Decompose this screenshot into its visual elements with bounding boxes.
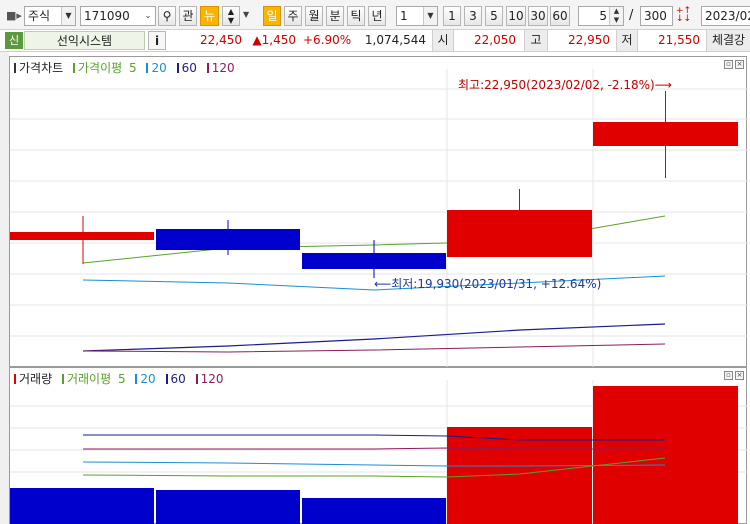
date-input[interactable]: 2023/02/ [701,6,750,26]
price-panel-title: 가격차트 가격이평 5 20 60 120 [14,59,241,76]
period-tick[interactable]: 틱 [347,6,365,26]
minimize-icon[interactable]: ▫ [724,371,733,380]
price-change-pct: +6.90% [303,33,352,47]
volume-panel-title: 거래량 거래이평 5 20 60 120 [14,370,230,387]
period-year[interactable]: 년 [368,6,386,26]
low-label: 저 [616,30,638,51]
high-value: 22,950 [568,33,610,47]
interval-1[interactable]: 1 [443,6,461,26]
price-title: 가격차트 [14,61,66,75]
market-select[interactable]: 주식 ▼ [24,6,76,26]
spinner-icon[interactable]: ▲ ▼ [609,7,623,25]
count-total-value: 300 [644,9,667,23]
open-value: 22,050 [474,33,516,47]
chevron-down-icon: ▼ [61,7,75,25]
candle-body [10,232,154,240]
interval-3[interactable]: 3 [464,6,482,26]
volume-bar [302,498,446,524]
volume-ma-label: 거래이평 5 [61,372,129,386]
chevron-down-icon: ▼ [423,7,437,25]
period-minute[interactable]: 분 [326,6,344,26]
volume-bar [447,427,592,524]
close-icon[interactable]: × [735,371,744,380]
max-price-annotation: 최고:22,950(2023/02/02, -2.18%)⟶ [458,78,672,92]
interval-30[interactable]: 30 [528,6,548,26]
toolbar: ■▸ 주식 ▼ 171090 ⌄ ⚲ 관 뉴 ▲ ▼ ▼ 일 주 월 분 틱 년 … [0,0,750,30]
price-chart-svg [10,69,748,368]
volume-value: 1,074,544 [364,33,426,47]
volume-chart-panel[interactable]: 거래량 거래이평 5 20 60 120 ▫ × [9,367,748,524]
news-button[interactable]: 뉴 [200,6,219,26]
market-select-value: 주식 [28,9,51,23]
minimize-icon[interactable]: ▫ [724,60,733,69]
price-ma-60: 60 [176,61,200,75]
price-change: ▲1,450 [252,33,296,47]
chevron-down-icon: ⌄ [141,7,155,25]
high-label: 고 [524,30,548,51]
price-grid [10,69,748,368]
stock-info-bar: 신 선익시스템 i 22,450 ▲1,450 +6.90% 1,074,544… [0,30,750,52]
volume-title: 거래량 [14,372,55,386]
count-input[interactable]: 5 ▲ ▼ [578,6,624,26]
interval-10[interactable]: 10 [506,6,526,26]
volume-bar [156,490,300,524]
period-day[interactable]: 일 [263,6,281,26]
info-button[interactable]: i [148,31,166,50]
left-gutter [0,52,9,524]
badge-new: 신 [5,32,23,49]
updown-spinner[interactable]: ▲ ▼ [222,6,240,26]
price-ma-20: 20 [146,61,169,75]
volume-bar [10,488,154,524]
count-slash: / [629,8,634,23]
interval-5[interactable]: 5 [485,6,503,26]
ma60-line [82,323,666,352]
candle-body [447,210,592,257]
price-ma-label: 가격이평 5 [73,61,140,75]
count-value: 5 [599,9,607,23]
price-chart-panel[interactable]: 가격차트 가격이평 5 20 60 120 ▫ × 최고:22,950(2023… [9,56,748,368]
candle-body [302,253,446,269]
chart-settings-icon[interactable]: +↑ ↓↓ [676,7,691,24]
gwan-button[interactable]: 관 [179,6,197,26]
candle-body [156,229,300,250]
interval-60[interactable]: 60 [550,6,570,26]
search-icon: ⚲ [162,9,172,23]
count-total-input[interactable]: 300 [640,6,673,26]
search-button[interactable]: ⚲ [158,6,176,26]
volume-chart-svg [10,380,748,524]
stock-code-input[interactable]: 171090 ⌄ [80,6,156,26]
stock-code-value: 171090 [84,9,130,23]
pin-icon[interactable]: ■▸ [6,9,22,22]
low-value: 21,550 [658,33,700,47]
volume-bars [10,386,738,524]
volume-bar [593,386,738,524]
current-price: 22,450 [200,33,242,47]
volume-ma-60: 60 [165,372,189,386]
open-label: 시 [432,30,454,51]
candle-body [593,122,738,146]
date-value: 2023/02/ [705,9,750,23]
volume-ma-120: 120 [195,372,227,386]
period-month[interactable]: 월 [305,6,323,26]
min-price-annotation: ⟵최저:19,930(2023/01/31, +12.64%) [374,277,602,291]
chevron-down-icon[interactable]: ▼ [243,10,249,19]
close-icon[interactable]: × [735,60,744,69]
volume-ma-20: 20 [135,372,158,386]
price-ma-120: 120 [206,61,238,75]
interval-select-value: 1 [400,9,408,23]
company-name: 선익시스템 [24,31,145,50]
interval-select[interactable]: 1 ▼ [396,6,438,26]
last-label: 체결강 [706,30,750,51]
period-week[interactable]: 주 [284,6,302,26]
